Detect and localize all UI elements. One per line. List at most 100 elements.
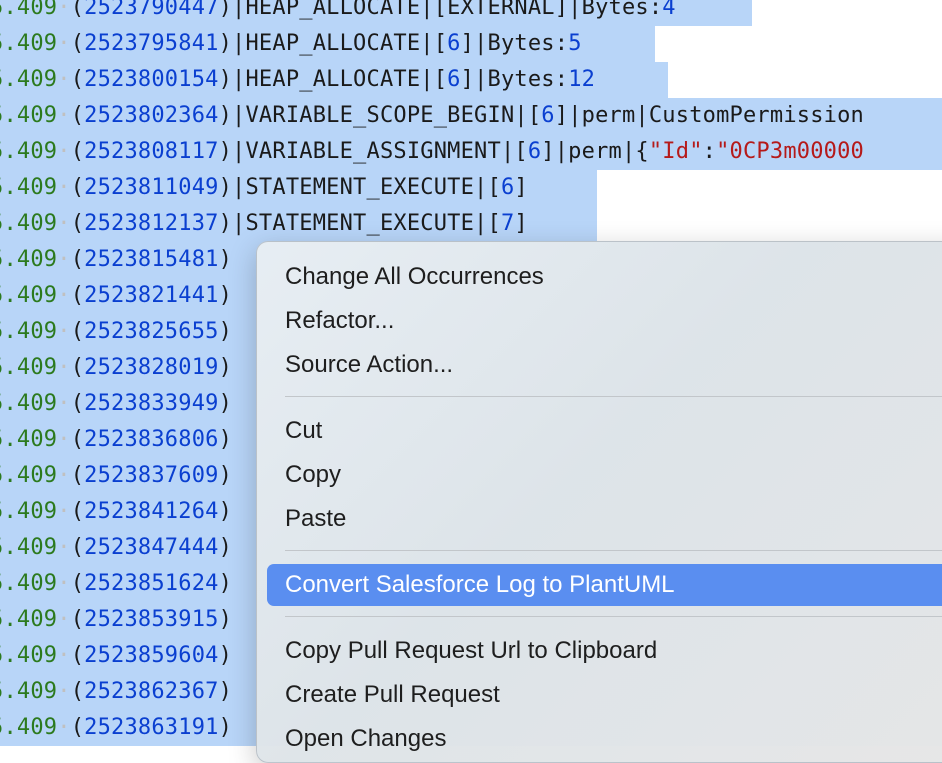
log-nanos: 2523825655 (84, 319, 219, 344)
paren-open: ( (70, 247, 85, 272)
log-timestamp: 5.409 (0, 31, 58, 56)
log-timestamp: 5.409 (0, 463, 58, 488)
whitespace-dot: · (57, 283, 71, 308)
log-token: "0CP3m00000 (716, 139, 864, 164)
paren-close: ) (218, 607, 233, 632)
log-line[interactable]: 5.409·(2523800154)|HEAP_ALLOCATE|[6]|Byt… (0, 62, 668, 98)
log-timestamp: 5.409 (0, 607, 58, 632)
log-token: |HEAP_ALLOCATE|[ (232, 67, 448, 92)
log-line[interactable]: 5.409·(2523811049)|STATEMENT_EXECUTE|[6] (0, 170, 597, 206)
log-line[interactable]: 5.409·(2523859604) (0, 638, 942, 674)
paren-open: ( (70, 535, 85, 560)
log-nanos: 2523808117 (84, 139, 219, 164)
log-line[interactable]: 5.409·(2523833949) (0, 386, 942, 422)
log-token: 6 (447, 67, 461, 92)
log-timestamp: 5.409 (0, 643, 58, 668)
log-timestamp: 5.409 (0, 535, 58, 560)
log-nanos: 2523821441 (84, 283, 219, 308)
log-nanos: 2523795841 (84, 31, 219, 56)
menu-item-copy[interactable]: Copy (267, 454, 942, 496)
log-timestamp: 5.409 (0, 211, 58, 236)
log-token: |HEAP_ALLOCATE|[ (232, 31, 448, 56)
log-timestamp: 5.409 (0, 175, 58, 200)
log-line[interactable]: 5.409·(2523862367) (0, 674, 942, 710)
paren-close: ) (218, 247, 233, 272)
log-nanos: 2523837609 (84, 463, 219, 488)
menu-item-paste[interactable]: Paste (267, 498, 942, 540)
log-token: : (702, 139, 717, 164)
log-line[interactable]: 5.409·(2523825655) (0, 314, 942, 350)
whitespace-dot: · (57, 319, 71, 344)
log-line[interactable]: 5.409·(2523795841)|HEAP_ALLOCATE|[6]|Byt… (0, 26, 655, 62)
paren-close: ) (218, 391, 233, 416)
log-nanos: 2523836806 (84, 427, 219, 452)
paren-open: ( (70, 139, 85, 164)
log-token: 6 (527, 139, 542, 164)
paren-open: ( (70, 571, 85, 596)
paren-close: ) (218, 679, 233, 704)
log-line[interactable]: 5.409·(2523802364)|VARIABLE_SCOPE_BEGIN|… (0, 98, 942, 134)
log-line[interactable]: 5.409·(2523836806) (0, 422, 942, 458)
menu-item-refactor[interactable]: Refactor... (267, 300, 942, 342)
paren-close: ) (218, 355, 233, 380)
log-token: 6 (447, 31, 461, 56)
log-timestamp: 5.409 (0, 499, 58, 524)
log-nanos: 2523790447 (84, 0, 219, 20)
log-timestamp: 5.409 (0, 427, 58, 452)
paren-open: ( (70, 427, 85, 452)
log-token: 6 (500, 175, 515, 200)
paren-close: ) (218, 319, 233, 344)
log-token: |HEAP_ALLOCATE|[EXTERNAL]|Bytes: (232, 0, 663, 20)
paren-open: ( (70, 211, 85, 236)
menu-item-create-pull-request[interactable]: Create Pull Request (267, 674, 942, 716)
paren-open: ( (70, 67, 85, 92)
menu-item-copy-pull-request-url[interactable]: Copy Pull Request Url to Clipboard (267, 630, 942, 672)
log-line[interactable]: 5.409·(2523851624) (0, 566, 942, 602)
log-nanos: 2523841264 (84, 499, 219, 524)
log-line[interactable]: 5.409·(2523847444) (0, 530, 942, 566)
log-line[interactable]: 5.409·(2523790447)|HEAP_ALLOCATE|[EXTERN… (0, 0, 752, 26)
whitespace-dot: · (57, 103, 71, 128)
paren-close: ) (218, 139, 233, 164)
log-token: ] (514, 175, 528, 200)
paren-open: ( (70, 0, 85, 20)
log-line[interactable]: 5.409·(2523808117)|VARIABLE_ASSIGNMENT|[… (0, 134, 942, 170)
log-line[interactable]: 5.409·(2523828019) (0, 350, 942, 386)
log-nanos: 2523853915 (84, 607, 219, 632)
log-line[interactable]: 5.409·(2523837609) (0, 458, 942, 494)
log-line[interactable]: 5.409·(2523821441) (0, 278, 942, 314)
whitespace-dot: · (57, 643, 71, 668)
log-token: |STATEMENT_EXECUTE|[ (232, 175, 501, 200)
paren-close: ) (218, 211, 233, 236)
log-token: ] (514, 211, 528, 236)
log-timestamp: 5.409 (0, 0, 58, 20)
whitespace-dot: · (57, 535, 71, 560)
log-timestamp: 5.409 (0, 103, 58, 128)
log-line[interactable]: 5.409·(2523812137)|STATEMENT_EXECUTE|[7] (0, 206, 597, 242)
log-nanos: 2523800154 (84, 67, 219, 92)
whitespace-dot: · (57, 31, 71, 56)
log-token: ]|Bytes: (460, 31, 569, 56)
log-token: 6 (541, 103, 555, 128)
log-token: 4 (662, 0, 676, 20)
log-line[interactable]: 5.409·(2523841264) (0, 494, 942, 530)
log-line[interactable]: 5.409·(2523863191) (0, 710, 942, 746)
log-timestamp: 5.409 (0, 679, 58, 704)
whitespace-dot: · (57, 427, 71, 452)
menu-item-open-changes[interactable]: Open Changes (267, 718, 942, 760)
log-token: |STATEMENT_EXECUTE|[ (232, 211, 501, 236)
log-line[interactable]: 5.409·(2523853915) (0, 602, 942, 638)
menu-item-change-all-occurrences[interactable]: Change All Occurrences (267, 256, 942, 298)
paren-close: ) (218, 499, 233, 524)
log-token: ]|perm|{ (541, 139, 649, 164)
paren-open: ( (70, 355, 85, 380)
paren-open: ( (70, 103, 85, 128)
menu-item-source-action[interactable]: Source Action... (267, 344, 942, 386)
menu-separator (285, 616, 942, 617)
log-line[interactable]: 5.409·(2523815481) (0, 242, 942, 278)
log-token: "Id" (648, 139, 703, 164)
paren-open: ( (70, 319, 85, 344)
menu-item-convert-salesforce-log[interactable]: Convert Salesforce Log to PlantUML (267, 564, 942, 606)
menu-item-cut[interactable]: Cut (267, 410, 942, 452)
paren-open: ( (70, 499, 85, 524)
